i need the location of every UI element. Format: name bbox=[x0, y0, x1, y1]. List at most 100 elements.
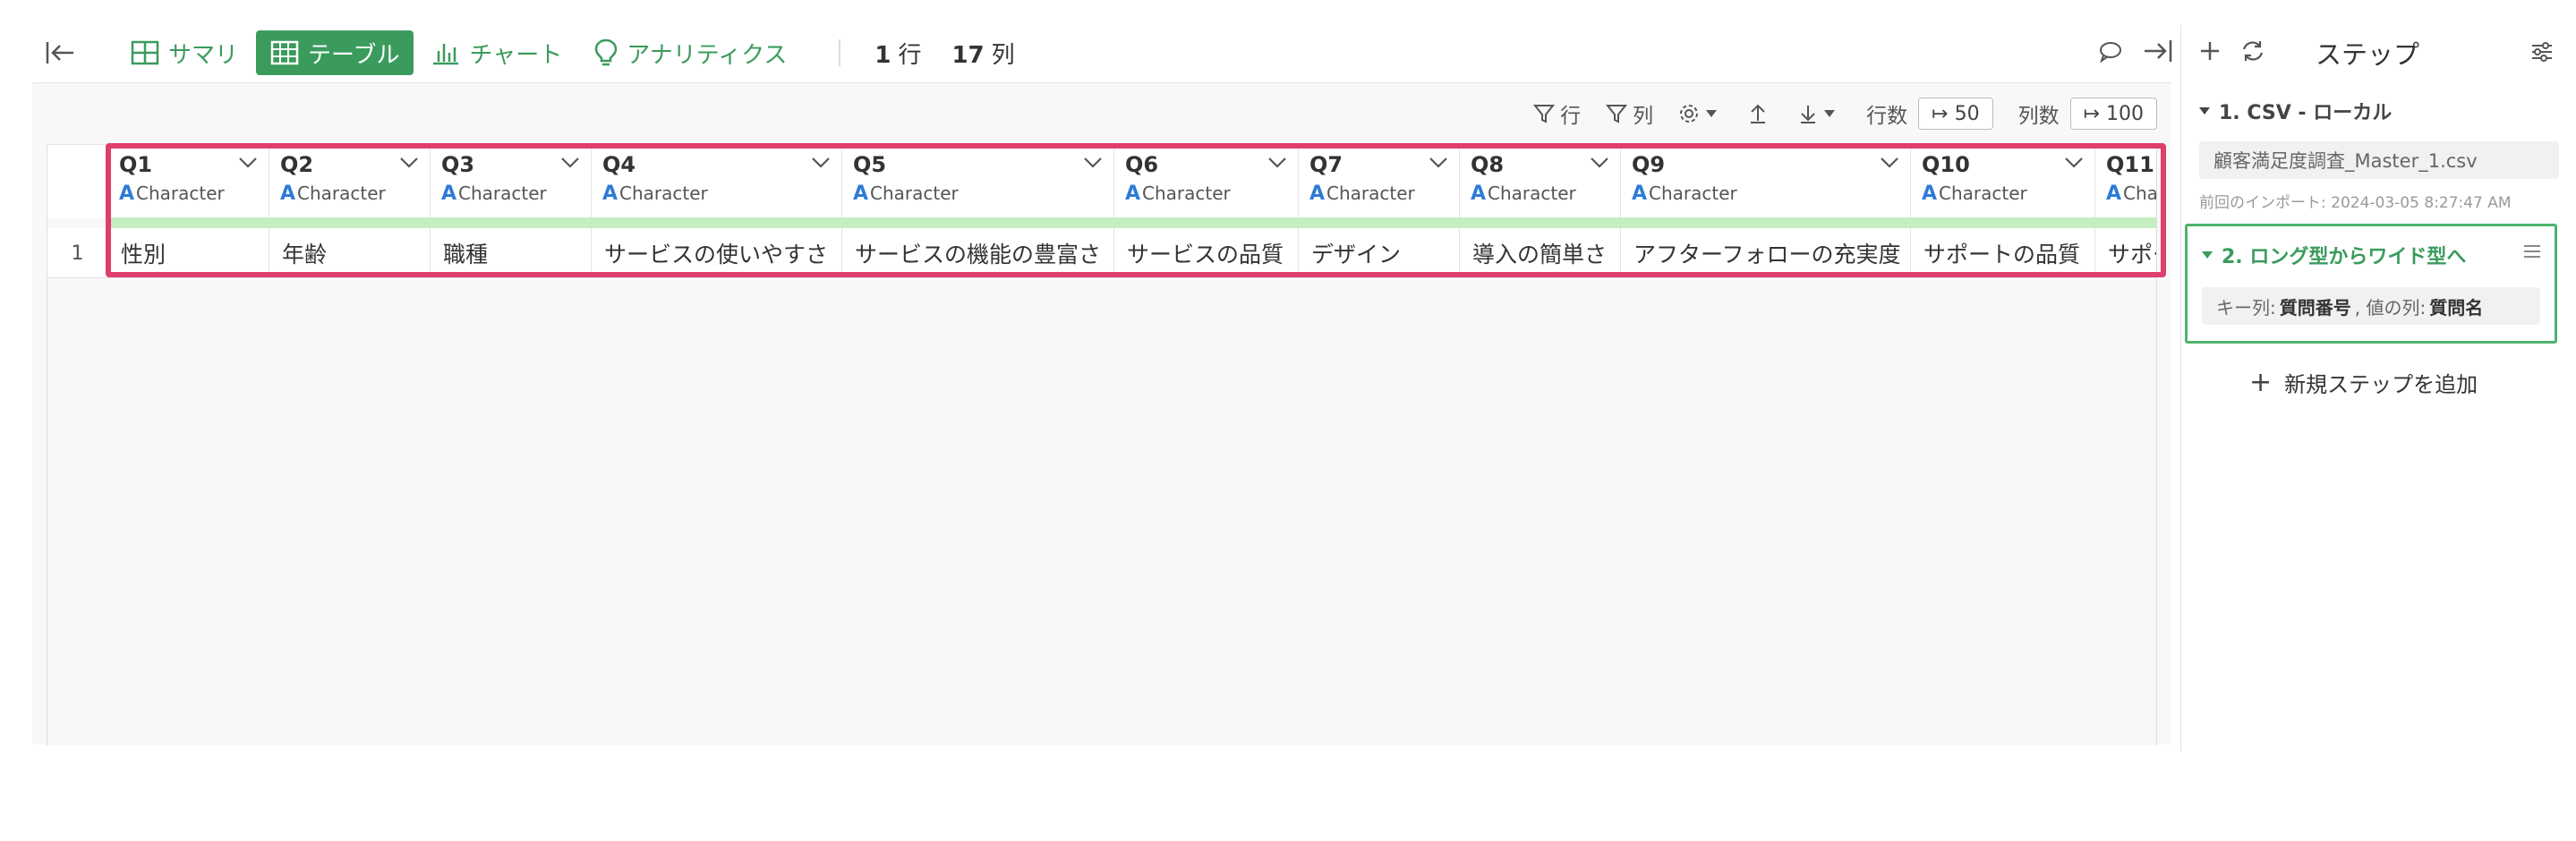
steps-panel-title: ステップ bbox=[2316, 39, 2420, 70]
table-cell[interactable]: サービスの品質 bbox=[1114, 228, 1299, 278]
column-header[interactable]: Q8 A Character bbox=[1460, 145, 1621, 218]
chevron-down-icon[interactable] bbox=[2064, 156, 2084, 173]
upload-icon bbox=[1751, 104, 1766, 123]
table-cell[interactable]: アフターフォローの充実度 bbox=[1621, 228, 1911, 278]
row-filter-button[interactable]: 行 bbox=[1533, 98, 1581, 129]
column-header[interactable]: Q3 A Character bbox=[431, 145, 592, 218]
value-column-value: 質問名 bbox=[2429, 296, 2484, 319]
table-icon bbox=[270, 40, 299, 65]
column-header[interactable]: Q10 A Character bbox=[1911, 145, 2095, 218]
column-header[interactable]: Q9 A Character bbox=[1621, 145, 1911, 218]
tab-table[interactable]: テーブル bbox=[256, 30, 414, 75]
column-header[interactable]: Q4 A Character bbox=[592, 145, 842, 218]
column-name: Q1 bbox=[119, 152, 153, 177]
add-icon[interactable] bbox=[2199, 40, 2221, 65]
step-csv-local[interactable]: 1. CSV - ローカル 顧客満足度調査_Master_1.csv 前回のイン… bbox=[2199, 97, 2559, 212]
table-area: 行 列 行数 ↦ 50 列数 ↦ 100 Q1 A Character Q2 A Char… bbox=[32, 82, 2171, 745]
tab-chart-label: チャート bbox=[469, 41, 563, 69]
cols-limit-input[interactable]: ↦ 100 bbox=[2069, 98, 2157, 130]
step-1-title-text: 1. CSV - ローカル bbox=[2219, 102, 2393, 124]
tab-chart[interactable]: チャート bbox=[417, 30, 576, 75]
row-count-value: 1 bbox=[874, 41, 891, 69]
chevron-down-icon[interactable] bbox=[238, 156, 258, 173]
row-count-unit: 行 bbox=[898, 41, 922, 69]
step-2-params: キー列: 質問番号 , 値の列: 質問名 bbox=[2202, 287, 2540, 325]
data-grid: Q1 A Character Q2 A Character Q3 A Character Q4 A C… bbox=[47, 144, 2157, 745]
table-cell[interactable]: サポートの品質 bbox=[1911, 228, 2095, 278]
character-type-icon: A bbox=[1632, 183, 1648, 205]
tab-analytics[interactable]: アナリティクス bbox=[580, 30, 801, 75]
column-header[interactable]: Q6 A Character bbox=[1114, 145, 1299, 218]
chevron-down-icon[interactable] bbox=[1590, 156, 1609, 173]
table-settings-button[interactable] bbox=[1678, 103, 1723, 124]
gear-icon bbox=[1680, 105, 1699, 123]
tab-summary[interactable]: サマリ bbox=[116, 30, 252, 75]
summary-grid-icon bbox=[131, 40, 159, 65]
bar-chart-icon bbox=[431, 40, 460, 65]
chevron-down-icon[interactable] bbox=[1880, 156, 1899, 173]
refresh-icon[interactable] bbox=[2240, 38, 2265, 67]
chevron-down-icon[interactable] bbox=[811, 156, 831, 173]
column-type: ACharacter bbox=[602, 183, 831, 205]
column-name: Q7 bbox=[1309, 152, 1343, 177]
step-2-title-text: 2. ロング型からワイド型へ bbox=[2222, 246, 2467, 268]
upload-button[interactable] bbox=[1748, 103, 1773, 124]
row-filter-label: 行 bbox=[1560, 105, 1582, 128]
chevron-down-icon[interactable] bbox=[1083, 156, 1103, 173]
column-count: 17 列 bbox=[951, 37, 1014, 70]
column-type: ACharacter bbox=[1922, 183, 2084, 205]
column-header[interactable]: Q7 A Character bbox=[1299, 145, 1460, 218]
column-count-value: 17 bbox=[951, 41, 985, 69]
table-cell[interactable]: 年齢 bbox=[269, 228, 431, 278]
collapse-right-icon[interactable] bbox=[2143, 38, 2173, 67]
download-button[interactable] bbox=[1798, 103, 1841, 124]
column-type: ACharacter bbox=[280, 183, 419, 205]
column-name: Q2 bbox=[280, 152, 314, 177]
table-cell[interactable]: デザイン bbox=[1299, 228, 1460, 278]
character-type-icon: A bbox=[2106, 183, 2122, 205]
hamburger-menu-icon[interactable] bbox=[2522, 242, 2542, 264]
column-filter-label: 列 bbox=[1633, 105, 1654, 128]
new-columns-indicator bbox=[108, 217, 2156, 228]
column-name: Q4 bbox=[602, 152, 636, 177]
column-header[interactable]: Q1 A Character bbox=[108, 145, 269, 218]
chevron-down-icon[interactable] bbox=[399, 156, 419, 173]
column-type-label: Character bbox=[1488, 183, 1576, 204]
rows-limit-input[interactable]: ↦ 50 bbox=[1918, 98, 1993, 130]
column-header[interactable]: Q2 A Character bbox=[269, 145, 431, 218]
table-cell[interactable]: サポート bbox=[2095, 228, 2156, 278]
column-type: ACharacter bbox=[1309, 183, 1448, 205]
collapse-left-icon[interactable] bbox=[32, 25, 88, 81]
caret-down-icon bbox=[1706, 110, 1718, 117]
table-cell[interactable]: サービスの使いやすさ bbox=[592, 228, 842, 278]
step-2-title[interactable]: 2. ロング型からワイド型へ bbox=[2202, 241, 2540, 269]
tab-summary-label: サマリ bbox=[168, 41, 239, 69]
chevron-down-icon[interactable] bbox=[1267, 156, 1287, 173]
column-type-label: Character bbox=[1326, 183, 1415, 204]
chevron-down-icon[interactable] bbox=[1429, 156, 1448, 173]
step-long-to-wide[interactable]: 2. ロング型からワイド型へ キー列: 質問番号 , 値の列: 質問名 bbox=[2185, 224, 2557, 344]
comment-icon[interactable] bbox=[2098, 39, 2123, 66]
character-type-icon: A bbox=[602, 183, 618, 205]
table-cell[interactable]: 性別 bbox=[108, 228, 269, 278]
character-type-icon: A bbox=[1471, 183, 1487, 205]
column-name: Q11 bbox=[2106, 152, 2154, 177]
sliders-icon[interactable] bbox=[2529, 39, 2555, 68]
steps-panel: ステップ 1. CSV - ローカル 顧客満足度調査_Master_1.csv … bbox=[2180, 25, 2576, 752]
lightbulb-icon bbox=[594, 38, 618, 67]
column-header[interactable]: Q11 ACharacter bbox=[2095, 145, 2156, 218]
table-cell[interactable]: サービスの機能の豊富さ bbox=[842, 228, 1114, 278]
caret-down-icon bbox=[2199, 107, 2210, 115]
chevron-down-icon[interactable] bbox=[560, 156, 580, 173]
step-1-title[interactable]: 1. CSV - ローカル bbox=[2199, 97, 2559, 125]
table-cell[interactable]: 職種 bbox=[431, 228, 592, 278]
plus-icon: + bbox=[2249, 367, 2273, 398]
table-cell[interactable]: 導入の簡単さ bbox=[1460, 228, 1621, 278]
column-filter-button[interactable]: 列 bbox=[1606, 98, 1653, 129]
column-type: ACharacter bbox=[1632, 183, 1899, 205]
column-type-label: Character bbox=[1939, 183, 2027, 204]
caret-down-icon bbox=[2202, 251, 2213, 259]
column-header[interactable]: Q5 A Character bbox=[842, 145, 1114, 218]
character-type-icon: A bbox=[1125, 183, 1141, 205]
add-step-button[interactable]: + 新規ステップを追加 bbox=[2249, 367, 2478, 398]
